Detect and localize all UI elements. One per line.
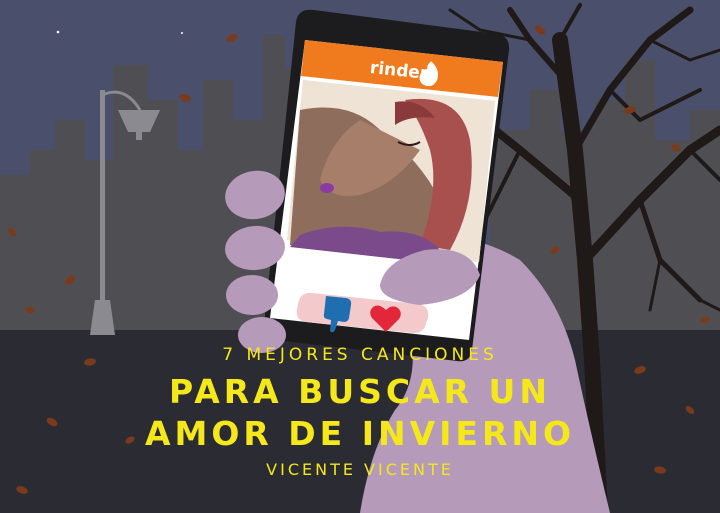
cover-illustration: rinder 7 MEJORES CANCIONES PARA BUSCAR U… [0, 0, 720, 513]
author-name: VICENTE VICENTE [266, 460, 454, 479]
star [56, 30, 60, 34]
headline-line-1: PARA BUSCAR UN [169, 372, 551, 411]
kicker-text: 7 MEJORES CANCIONES [222, 345, 498, 365]
profile-photo [287, 80, 495, 262]
headline-line-2: AMOR DE INVIERNO [144, 414, 576, 453]
star [181, 32, 183, 34]
